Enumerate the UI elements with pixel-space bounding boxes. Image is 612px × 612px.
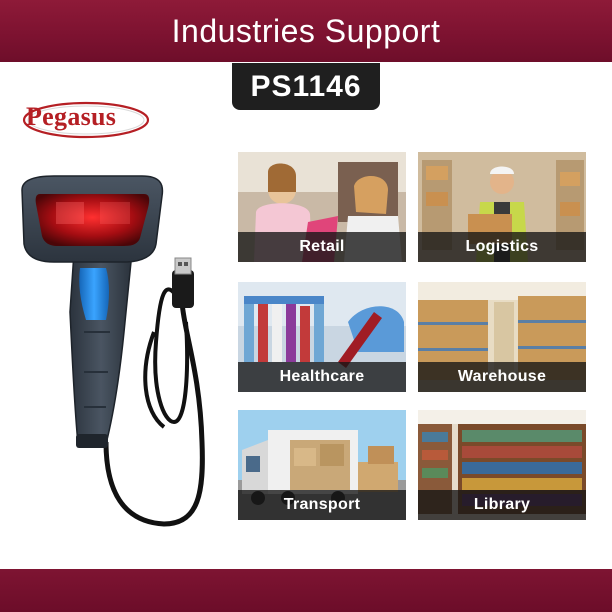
industry-tile-transport: Transport	[238, 410, 406, 520]
industry-label-logistics: Logistics	[465, 238, 539, 255]
industry-tile-retail: Retail	[238, 152, 406, 262]
industry-tile-library: Library	[418, 410, 586, 520]
industry-tile-logistics: Logistics	[418, 152, 586, 262]
brand-name: Pegasus	[26, 102, 117, 131]
industry-label-library: Library	[473, 496, 531, 513]
industry-label-bar: Warehouse	[418, 362, 586, 392]
usb-cable-image	[172, 257, 194, 308]
model-number: PS1146	[250, 69, 362, 103]
model-tag: PS1146	[232, 63, 380, 110]
banner-title: Industries Support	[171, 12, 441, 49]
industry-label-transport: Transport	[283, 496, 361, 513]
industry-label-bar: Transport	[238, 490, 406, 520]
industry-label-bar: Logistics	[418, 232, 586, 262]
top-banner: Industries Support	[0, 0, 612, 62]
barcode-scanner-image	[14, 172, 214, 542]
industry-label-retail: Retail	[299, 238, 345, 255]
industry-label-bar: Healthcare	[238, 362, 406, 392]
brand-logo: Pegasus	[20, 96, 150, 140]
industry-label-bar: Retail	[238, 232, 406, 262]
industry-label-healthcare: Healthcare	[279, 368, 365, 385]
industry-label-bar: Library	[418, 490, 586, 520]
bottom-banner	[0, 569, 612, 612]
industry-label-warehouse: Warehouse	[457, 368, 547, 385]
industry-tile-healthcare: Healthcare	[238, 282, 406, 392]
industry-tile-warehouse: Warehouse	[418, 282, 586, 392]
